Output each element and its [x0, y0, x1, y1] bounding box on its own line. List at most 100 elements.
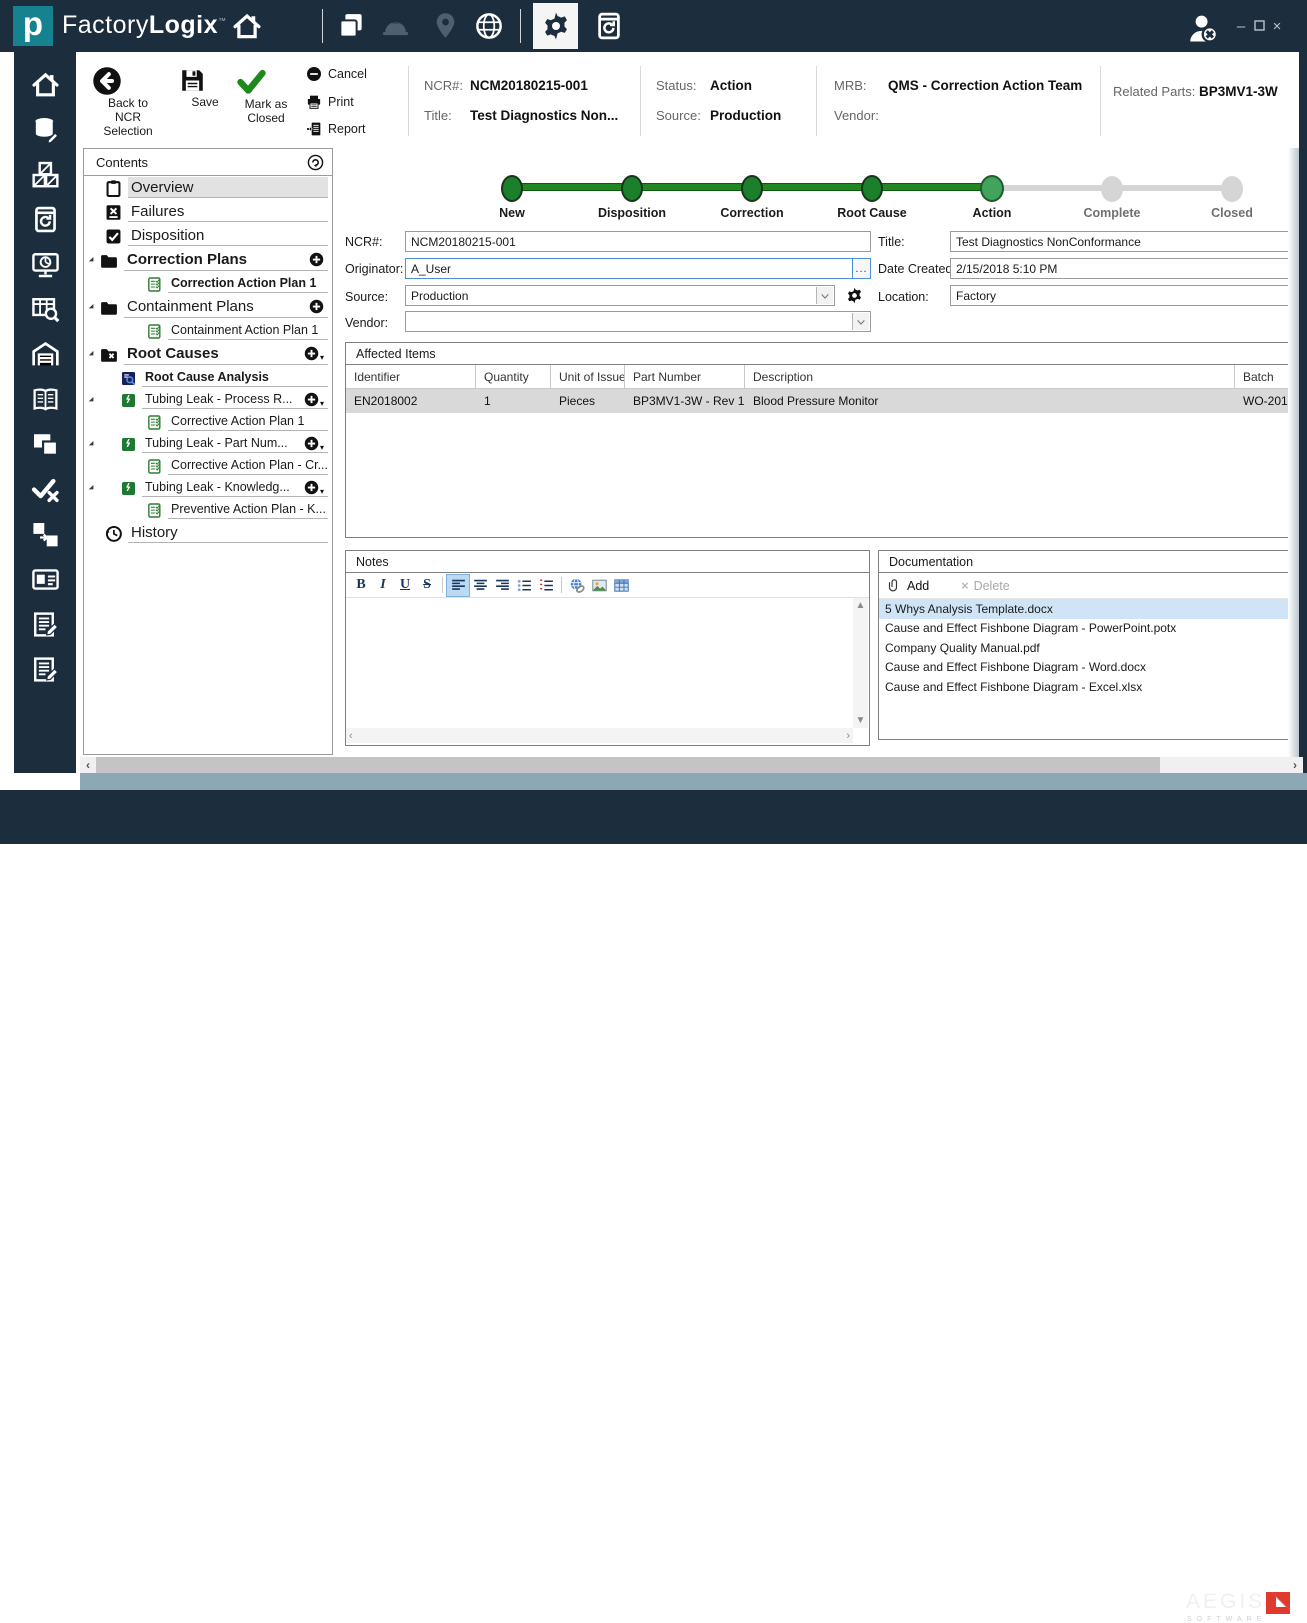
mark-as-closed-button[interactable]: Mark as Closed [236, 66, 296, 125]
add-button[interactable] [304, 346, 319, 361]
bold-button[interactable]: B [350, 575, 372, 596]
documentation-file[interactable]: Cause and Effect Fishbone Diagram - Word… [879, 658, 1289, 678]
column-header-identifier[interactable]: Identifier [346, 365, 476, 388]
tree-item-corrective-action-plan-cr[interactable]: Corrective Action Plan - Cr... [84, 455, 332, 477]
tree-item-overview[interactable]: Overview [84, 176, 332, 200]
scroll-left-arrow[interactable]: ‹ [80, 757, 96, 773]
tree-expander-icon[interactable] [87, 483, 98, 494]
step-circle-root-cause[interactable] [861, 175, 883, 202]
documents-icon[interactable] [336, 11, 366, 41]
tree-expander-icon[interactable] [87, 349, 98, 360]
scroll-right-arrow[interactable]: › [1287, 757, 1303, 773]
add-button[interactable] [304, 480, 319, 495]
tree-item-history[interactable]: History [84, 521, 332, 545]
tree-item-disposition[interactable]: Disposition [84, 224, 332, 248]
document-revert-icon[interactable] [594, 11, 624, 41]
affected-item-row[interactable]: EN2018002 1 Pieces BP3MV1-3W - Rev 1 Blood P… [346, 389, 1302, 413]
source-settings-gear-icon[interactable] [845, 286, 864, 305]
main-horizontal-scrollbar[interactable]: ‹ › [80, 757, 1303, 773]
sidebar-table-search-icon[interactable] [14, 287, 76, 332]
column-header-part-number[interactable]: Part Number [625, 365, 745, 388]
step-circle-action[interactable] [980, 175, 1004, 202]
add-menu-caret-icon[interactable]: ▾ [320, 443, 324, 452]
sidebar-clipboard-edit-icon[interactable] [14, 647, 76, 692]
add-menu-caret-icon[interactable]: ▾ [320, 399, 324, 408]
save-button[interactable]: Save [178, 66, 232, 109]
tree-item-correction-action-plan-1[interactable]: Correction Action Plan 1 [84, 273, 332, 295]
tree-expander-icon[interactable] [87, 255, 98, 266]
documentation-file[interactable]: Cause and Effect Fishbone Diagram - Exce… [879, 677, 1289, 697]
delete-attachment-button[interactable]: × Delete [961, 579, 1009, 593]
sidebar-warehouse-icon[interactable] [14, 332, 76, 377]
location-pin-icon[interactable] [430, 10, 461, 41]
sidebar-database-edit-icon[interactable] [14, 107, 76, 152]
column-header-quantity[interactable]: Quantity [476, 365, 551, 388]
align-center-button[interactable] [469, 575, 491, 596]
sidebar-home-icon[interactable] [14, 62, 76, 107]
user-logout-icon[interactable] [1186, 11, 1220, 45]
refresh-circle-icon[interactable] [307, 154, 324, 171]
numbered-list-button[interactable] [535, 575, 557, 596]
add-button[interactable] [309, 252, 324, 267]
originator-browse-button[interactable]: ... [852, 259, 870, 278]
location-input[interactable]: Factory [950, 285, 1290, 306]
title-input[interactable]: Test Diagnostics NonConformance [950, 231, 1290, 252]
sidebar-open-book-icon[interactable] [14, 377, 76, 422]
tree-item-containment-action-plan-1[interactable]: Containment Action Plan 1 [84, 320, 332, 342]
tree-expander-icon[interactable] [87, 439, 98, 450]
image-button[interactable] [588, 575, 610, 596]
tree-item-tubing-leak-knowledg[interactable]: Tubing Leak - Knowledg... ▾ [84, 477, 332, 499]
add-attachment-button[interactable]: Add [887, 578, 929, 593]
tree-expander-icon[interactable] [87, 395, 98, 406]
column-header-description[interactable]: Description [745, 365, 1235, 388]
tree-item-root-causes[interactable]: Root Causes ▾ [84, 342, 332, 367]
sidebar-clipboard-edit-icon[interactable] [14, 602, 76, 647]
scrollbar-thumb[interactable] [96, 757, 1160, 773]
sidebar-document-history-icon[interactable] [14, 197, 76, 242]
tree-item-root-cause-analysis[interactable]: Root Cause Analysis [84, 367, 332, 389]
tree-item-correction-plans[interactable]: Correction Plans [84, 248, 332, 273]
step-circle-complete[interactable] [1101, 176, 1123, 202]
cancel-button[interactable]: Cancel [306, 63, 367, 85]
sidebar-stacked-windows-icon[interactable] [14, 422, 76, 467]
italic-button[interactable]: I [372, 575, 394, 596]
notes-editor[interactable]: ▲ ▼ ‹ › [346, 598, 869, 744]
add-button[interactable] [304, 436, 319, 451]
tree-item-tubing-leak-part-num[interactable]: Tubing Leak - Part Num... ▾ [84, 433, 332, 455]
originator-input[interactable]: A_User ... [405, 258, 871, 279]
settings-gear-icon[interactable] [533, 3, 578, 49]
tree-item-corrective-action-plan-1[interactable]: Corrective Action Plan 1 [84, 411, 332, 433]
tree-item-containment-plans[interactable]: Containment Plans [84, 295, 332, 320]
step-circle-new[interactable] [501, 175, 523, 202]
sidebar-id-card-icon[interactable] [14, 557, 76, 602]
tree-expander-icon[interactable] [87, 302, 98, 313]
step-circle-disposition[interactable] [621, 175, 643, 202]
source-select[interactable]: Production [405, 285, 835, 306]
align-right-button[interactable] [491, 575, 513, 596]
sidebar-check-x-icon[interactable] [14, 467, 76, 512]
tree-item-preventive-action-plan-k[interactable]: Preventive Action Plan - K... [84, 499, 332, 521]
source-dropdown-arrow[interactable] [816, 287, 833, 304]
sidebar-transfer-icon[interactable] [14, 512, 76, 557]
bullet-list-button[interactable] [513, 575, 535, 596]
date-created-input[interactable]: 2/15/2018 5:10 PM [950, 258, 1290, 279]
add-button[interactable] [309, 299, 324, 314]
documentation-file[interactable]: Company Quality Manual.pdf [879, 638, 1289, 658]
documentation-file[interactable]: Cause and Effect Fishbone Diagram - Powe… [879, 619, 1289, 639]
hardhat-icon[interactable] [381, 12, 410, 41]
ncr-input[interactable]: NCM20180215-001 [405, 231, 871, 252]
hyperlink-button[interactable] [566, 575, 588, 596]
column-header-unit-of-issue[interactable]: Unit of Issue [551, 365, 625, 388]
step-circle-correction[interactable] [741, 175, 763, 202]
tree-item-failures[interactable]: Failures [84, 200, 332, 224]
table-button[interactable] [610, 575, 632, 596]
align-left-button[interactable] [446, 573, 470, 597]
notes-horizontal-scrollbar[interactable]: ‹ › [346, 728, 853, 743]
add-menu-caret-icon[interactable]: ▾ [320, 487, 324, 496]
notes-vertical-scrollbar[interactable]: ▲ ▼ [853, 598, 868, 728]
print-button[interactable]: Print [306, 91, 367, 113]
strikethrough-button[interactable]: S [416, 575, 438, 596]
report-button[interactable]: Report [306, 118, 367, 140]
documentation-file[interactable]: 5 Whys Analysis Template.docx [879, 599, 1289, 619]
sidebar-monitor-chart-icon[interactable] [14, 242, 76, 287]
